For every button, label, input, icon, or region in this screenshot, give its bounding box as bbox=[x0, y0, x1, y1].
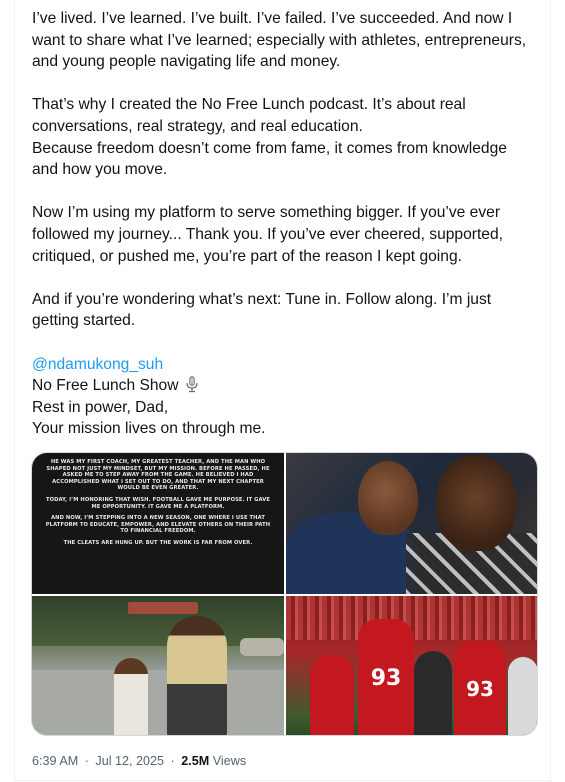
post-line: Because freedom doesn’t come from fame, … bbox=[32, 139, 507, 157]
media-statement-image[interactable]: HE WAS MY FIRST COACH, MY GREATEST TEACH… bbox=[32, 453, 284, 594]
photo-detail bbox=[436, 455, 516, 551]
show-name: No Free Lunch Show bbox=[32, 377, 179, 395]
jersey-number: 93 bbox=[454, 641, 506, 735]
post-line: want to share what I’ve learned; especia… bbox=[32, 31, 527, 49]
jersey-number: 93 bbox=[358, 619, 414, 735]
photo-detail bbox=[358, 461, 418, 535]
media-grid: HE WAS MY FIRST COACH, MY GREATEST TEACH… bbox=[31, 452, 538, 736]
post-body: I’ve lived. I’ve learned. I’ve built. I’… bbox=[32, 8, 542, 440]
photo-detail bbox=[414, 651, 452, 735]
statement-text: THE CLEATS ARE HUNG UP. BUT THE WORK IS … bbox=[63, 539, 253, 546]
media-vintage-photo[interactable] bbox=[32, 596, 284, 735]
photo-detail bbox=[128, 602, 198, 614]
post-meta: 6:39 AM · Jul 12, 2025 · 2.5M Views bbox=[32, 752, 246, 770]
post-date[interactable]: Jul 12, 2025 bbox=[95, 754, 164, 768]
microphone-icon bbox=[185, 375, 199, 393]
photo-detail bbox=[240, 638, 284, 656]
meta-separator: · bbox=[170, 754, 175, 768]
post-line: critiqued, or pushed me, you’re part of … bbox=[32, 247, 462, 265]
post-line: I’ve lived. I’ve learned. I’ve built. I’… bbox=[32, 10, 513, 27]
statement-text: TODAY, I’M HONORING THAT WISH. FOOTBALL … bbox=[46, 496, 270, 510]
post-line: Now I’m using my platform to serve somet… bbox=[32, 204, 501, 222]
photo-detail bbox=[508, 657, 537, 735]
post-line: followed my journey... Thank you. If you… bbox=[32, 225, 503, 243]
post-line: And if you’re wondering what’s next: Tun… bbox=[32, 290, 492, 308]
statement-text: AND NOW, I’M STEPPING INTO A NEW SEASON,… bbox=[45, 515, 271, 535]
closing-line: Your mission lives on through me. bbox=[32, 420, 266, 438]
post-time[interactable]: 6:39 AM bbox=[32, 754, 78, 768]
divider bbox=[14, 780, 551, 781]
photo-detail bbox=[114, 658, 148, 735]
closing-line: Rest in power, Dad, bbox=[32, 398, 169, 416]
photo-detail bbox=[167, 616, 227, 735]
meta-separator: · bbox=[84, 754, 89, 768]
photo-detail bbox=[310, 655, 354, 735]
mention-link[interactable]: @ndamukong_suh bbox=[32, 356, 163, 373]
photo-detail bbox=[32, 670, 284, 735]
views-count[interactable]: 2.5M bbox=[181, 754, 209, 768]
media-father-son-photo[interactable] bbox=[286, 453, 537, 594]
media-stadium-photo[interactable]: 93 93 bbox=[286, 596, 537, 735]
post-line: and young people navigating life and mon… bbox=[32, 53, 341, 71]
post-line: and how you move. bbox=[32, 161, 168, 179]
post-line: conversations, real strategy, and real e… bbox=[32, 117, 363, 135]
post-line: That’s why I created the No Free Lunch p… bbox=[32, 96, 466, 114]
statement-text: HE WAS MY FIRST COACH, MY GREATEST TEACH… bbox=[46, 459, 270, 492]
views-label: Views bbox=[212, 754, 247, 768]
show-line: No Free Lunch Show bbox=[32, 375, 542, 397]
post-line: getting started. bbox=[32, 312, 136, 330]
